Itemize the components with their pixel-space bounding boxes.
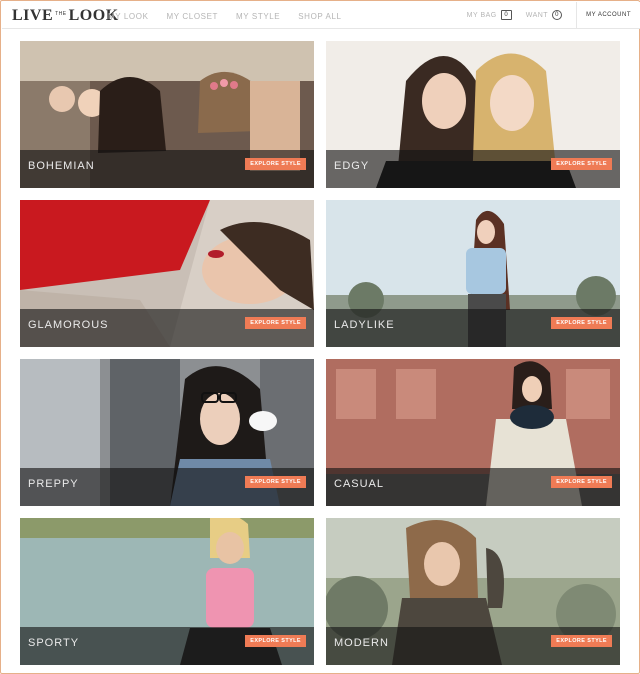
explore-style-button[interactable]: EXPLORE STYLE [245,158,306,170]
explore-style-button[interactable]: EXPLORE STYLE [245,317,306,329]
nav-my-closet[interactable]: MY CLOSET [167,12,219,21]
style-tile-preppy[interactable]: PREPPY EXPLORE STYLE [20,359,314,506]
explore-style-button[interactable]: EXPLORE STYLE [551,635,612,647]
style-tile-modern[interactable]: MODERN EXPLORE STYLE [326,518,620,665]
my-bag-link[interactable]: MY BAG 0 [467,10,512,20]
nav-shop-all[interactable]: SHOP ALL [298,12,341,21]
style-label: BOHEMIAN [28,160,95,172]
site-logo[interactable]: LIVE THE LOOK [12,7,119,25]
style-label: GLAMOROUS [28,319,109,331]
main-nav: MY LOOK MY CLOSET MY STYLE SHOP ALL [108,12,342,21]
style-label: EDGY [334,160,370,172]
header-actions: MY BAG 0 WANT 0 MY ACCOUNT [467,2,640,28]
style-label: CASUAL [334,478,385,490]
wants-count-badge: 0 [552,10,563,20]
logo-the: THE [55,11,67,17]
style-tile-ladylike[interactable]: LADYLIKE EXPLORE STYLE [326,200,620,347]
explore-style-button[interactable]: EXPLORE STYLE [551,317,612,329]
style-tile-casual[interactable]: CASUAL EXPLORE STYLE [326,359,620,506]
style-tile-edgy[interactable]: EDGY EXPLORE STYLE [326,41,620,188]
bag-count-badge: 0 [500,10,512,20]
wants-link[interactable]: WANT 0 [525,10,563,20]
explore-style-button[interactable]: EXPLORE STYLE [551,476,612,488]
wants-label: WANT [525,11,549,19]
style-label: SPORTY [28,637,80,649]
style-tile-glamorous[interactable]: GLAMOROUS EXPLORE STYLE [20,200,314,347]
explore-style-button[interactable]: EXPLORE STYLE [551,158,612,170]
explore-style-button[interactable]: EXPLORE STYLE [245,635,306,647]
style-label: MODERN [334,637,389,649]
explore-style-button[interactable]: EXPLORE STYLE [245,476,306,488]
logo-live: LIVE [12,7,54,24]
page-frame: LIVE THE LOOK MY LOOK MY CLOSET MY STYLE… [0,0,640,674]
style-label: LADYLIKE [334,319,395,331]
my-account-link[interactable]: MY ACCOUNT [576,2,640,28]
style-tile-sporty[interactable]: SPORTY EXPLORE STYLE [20,518,314,665]
nav-my-look[interactable]: MY LOOK [108,12,149,21]
top-navigation: LIVE THE LOOK MY LOOK MY CLOSET MY STYLE… [2,2,640,29]
style-label: PREPPY [28,478,79,490]
nav-my-style[interactable]: MY STYLE [236,12,280,21]
style-tile-bohemian[interactable]: BOHEMIAN EXPLORE STYLE [20,41,314,188]
my-bag-label: MY BAG [466,11,497,19]
